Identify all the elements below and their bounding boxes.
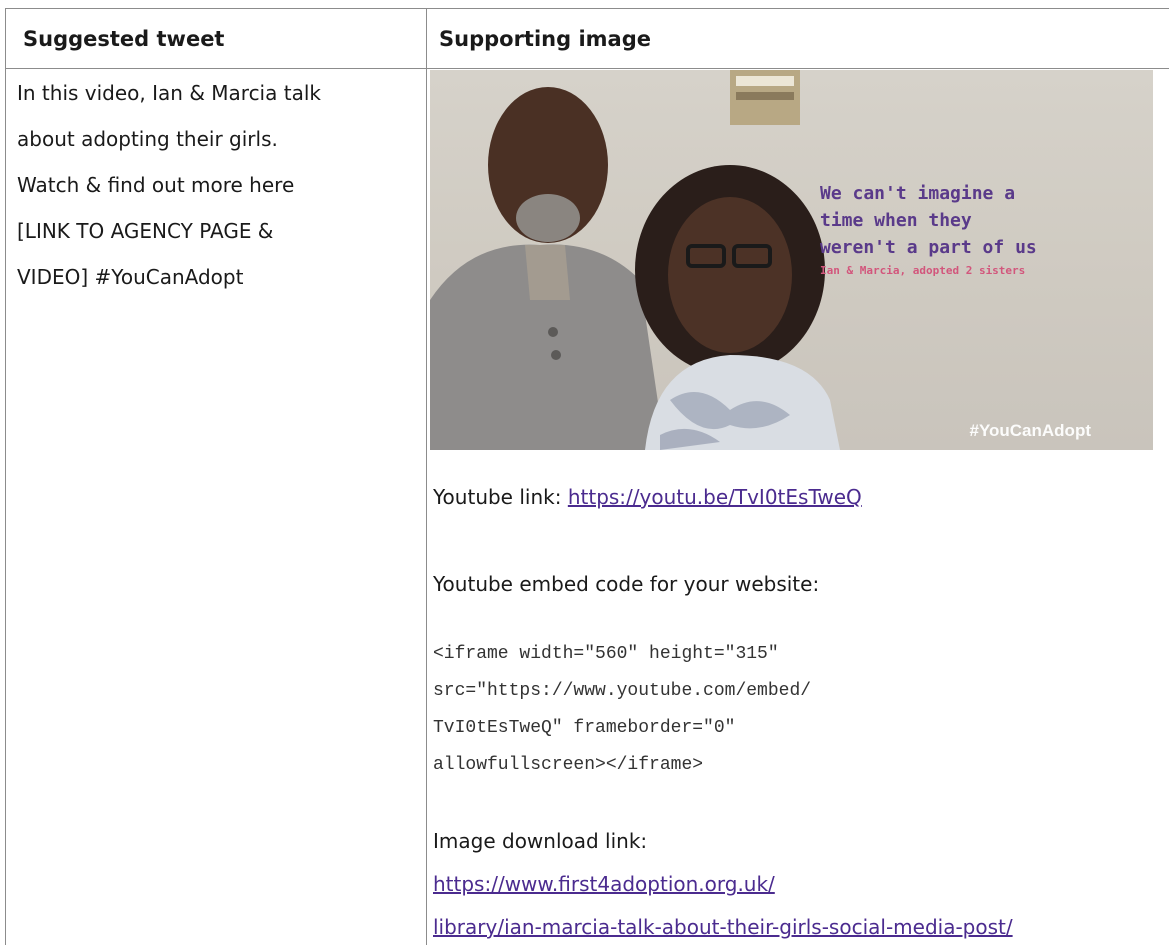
embed-code-block: <iframe width="560" height="315" src="ht… [433, 636, 811, 784]
quote-line: We can't imagine a [820, 183, 1016, 204]
header-divider [6, 68, 1169, 69]
code-line: allowfullscreen></iframe> [433, 755, 704, 775]
code-line: src="https://www.youtube.com/embed/ [433, 681, 812, 701]
quote-line: time when they [820, 210, 972, 231]
supporting-image: We can't imagine a time when they weren'… [430, 70, 1153, 450]
tweet-line: [LINK TO AGENCY PAGE & [17, 219, 274, 243]
header-suggested-tweet: Suggested tweet [23, 26, 225, 51]
image-download-link[interactable]: https://www.first4adoption.org.uk/ [433, 872, 775, 896]
quote-line: weren't a part of us [820, 237, 1037, 258]
image-download-label: Image download link: [433, 829, 648, 853]
photo-illustration [430, 70, 840, 450]
tweet-line: VIDEO] #YouCanAdopt [17, 265, 244, 289]
youtube-link-label: Youtube link: [433, 485, 568, 509]
code-line: <iframe width="560" height="315" [433, 644, 779, 664]
tweet-line: Watch & find out more here [17, 173, 295, 197]
youtube-link-row: Youtube link: https://youtu.be/TvI0tEsTw… [433, 485, 862, 509]
image-quote: We can't imagine a time when they weren'… [820, 180, 1037, 281]
header-supporting-image: Supporting image [439, 26, 651, 51]
tweet-line: In this video, Ian & Marcia talk [17, 81, 321, 105]
image-download-link-continued[interactable]: library/ian-marcia-talk-about-their-girl… [433, 915, 1013, 939]
column-divider [426, 9, 427, 945]
embed-code-label: Youtube embed code for your website: [433, 572, 820, 596]
youtube-link[interactable]: https://youtu.be/TvI0tEsTweQ [568, 485, 862, 509]
image-download-row: Image download link: https://www.first4a… [433, 820, 1013, 949]
image-hashtag: #YouCanAdopt [969, 421, 1091, 440]
quote-attribution: Ian & Marcia, adopted 2 sisters [820, 264, 1026, 277]
code-line: TvI0tEsTweQ" frameborder="0" [433, 718, 736, 738]
tweet-line: about adopting their girls. [17, 127, 278, 151]
suggested-tweet-text: In this video, Ian & Marcia talk about a… [17, 70, 412, 300]
woman-face [668, 197, 792, 353]
